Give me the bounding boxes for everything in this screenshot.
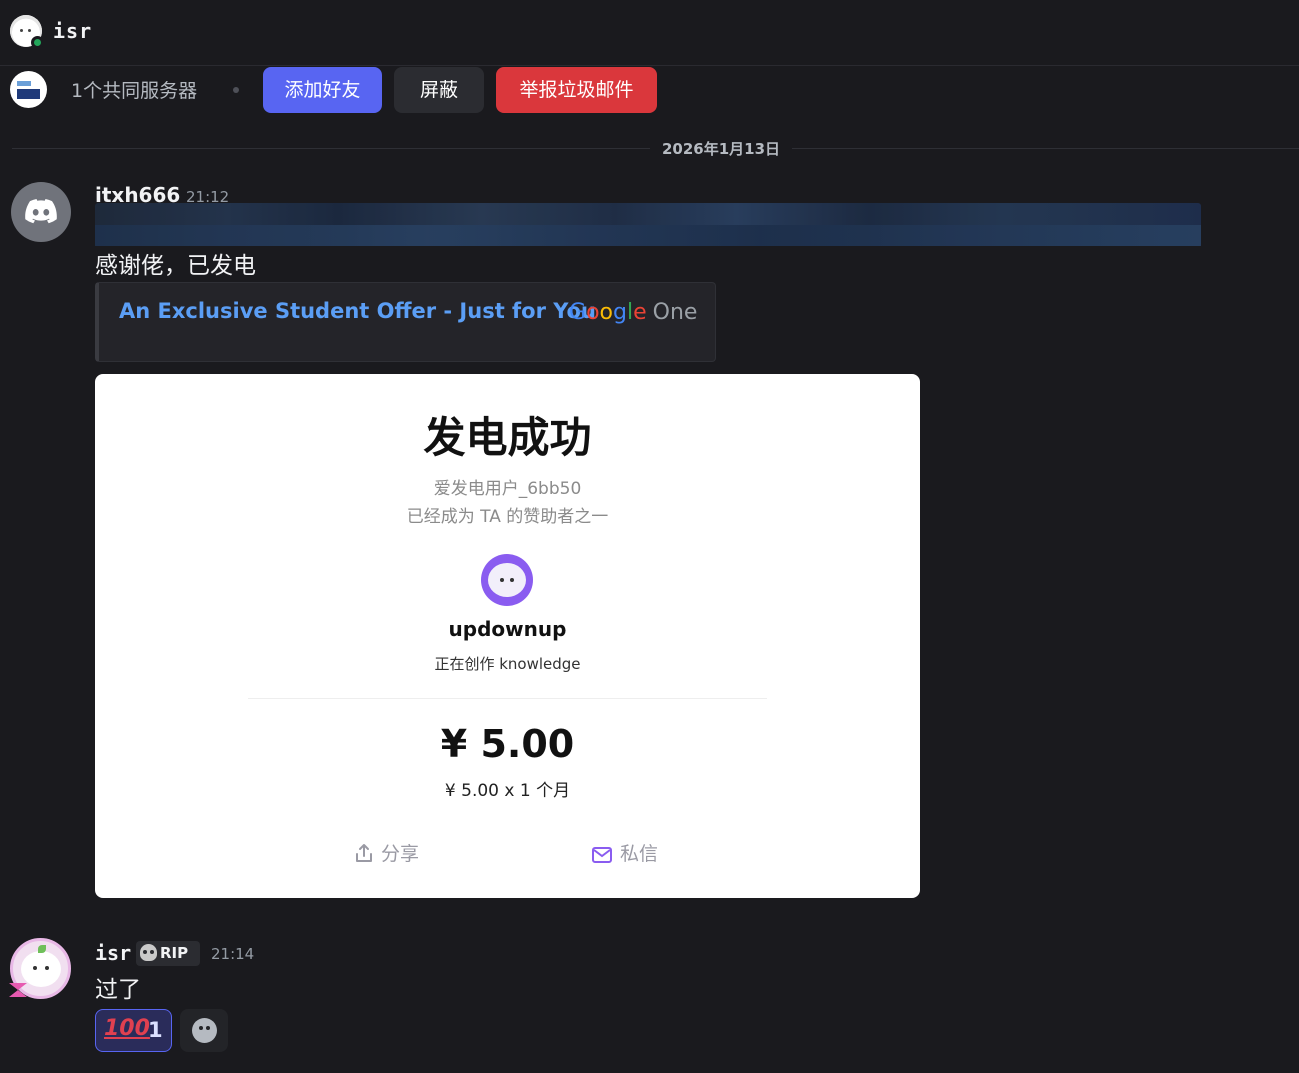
google-one-logo: Google One <box>569 300 697 325</box>
block-button[interactable]: 屏蔽 <box>394 67 484 113</box>
card-title: 发电成功 <box>423 413 592 462</box>
creator-description: 正在创作 knowledge <box>434 655 581 673</box>
mutual-server-icon[interactable] <box>10 71 47 108</box>
message-text: 过了 <box>95 977 141 1003</box>
avatar-leaf <box>38 945 46 953</box>
image-attachment[interactable]: 发电成功 爱发电用户_6bb50 已经成为 TA 的赞助者之一 updownup… <box>95 374 920 898</box>
header-username[interactable]: isr <box>53 19 92 43</box>
avatar-face <box>21 951 61 987</box>
avatar-bow-decoration <box>9 983 27 997</box>
avatar-eye <box>500 578 504 582</box>
server-icon-detail <box>17 81 31 86</box>
price-detail: ¥ 5.00 x 1 个月 <box>444 781 571 801</box>
reaction-100[interactable]: 100 1 <box>95 1009 172 1052</box>
skull-icon <box>140 944 157 961</box>
redacted-link <box>95 203 1201 246</box>
author-avatar[interactable] <box>11 182 71 242</box>
avatar-eye <box>20 29 23 32</box>
reaction-count: 1 <box>148 1018 163 1042</box>
logo-letter: o <box>599 300 613 325</box>
avatar-eye <box>510 578 514 582</box>
smile-icon <box>192 1018 217 1043</box>
message-text: 感谢佬，已发电 <box>95 253 256 279</box>
logo-letter: g <box>613 300 627 325</box>
link-embed: An Exclusive Student Offer - Just for Yo… <box>95 282 716 362</box>
share-action: 分享 <box>355 839 419 866</box>
logo-suffix: One <box>652 300 698 325</box>
online-status-icon <box>31 36 44 49</box>
creator-avatar <box>481 554 533 606</box>
mutual-servers-link[interactable]: 1个共同服务器 <box>71 76 197 103</box>
card-subtitle: 已经成为 TA 的赞助者之一 <box>406 507 609 527</box>
message-timestamp: 21:14 <box>211 945 255 963</box>
user-avatar[interactable] <box>10 15 44 49</box>
avatar-eye <box>28 29 31 32</box>
separator-dot <box>233 87 239 93</box>
logo-letter: e <box>633 300 647 325</box>
mail-icon <box>592 847 612 863</box>
discord-logo-icon <box>25 199 57 224</box>
card-divider <box>248 698 767 699</box>
add-friend-button[interactable]: 添加好友 <box>263 67 382 113</box>
role-tag[interactable]: RIP <box>136 941 200 966</box>
embed-title-link[interactable]: An Exclusive Student Offer - Just for Yo… <box>119 299 596 323</box>
share-icon <box>356 844 372 862</box>
logo-letter: o <box>586 300 600 325</box>
share-label: 分享 <box>381 843 420 865</box>
hundred-points-icon: 100 <box>104 1016 150 1041</box>
logo-letter: G <box>569 300 587 325</box>
author-avatar[interactable] <box>9 938 71 999</box>
creator-name: updownup <box>448 617 567 641</box>
server-icon-detail <box>17 89 40 99</box>
creator-avatar-face <box>488 563 526 597</box>
date-divider-label: 2026年1月13日 <box>650 138 793 159</box>
price-amount: ¥ 5.00 <box>440 722 575 766</box>
message-author[interactable]: isr <box>95 941 131 965</box>
avatar-eye <box>33 966 37 970</box>
add-reaction-button[interactable] <box>180 1009 228 1052</box>
role-tag-label: RIP <box>160 944 189 962</box>
dm-action: 私信 <box>592 839 658 866</box>
dm-header: isr <box>0 0 1299 66</box>
avatar-eye <box>45 966 49 970</box>
dm-label: 私信 <box>620 843 659 865</box>
card-user: 爱发电用户_6bb50 <box>433 479 582 499</box>
report-spam-button[interactable]: 举报垃圾邮件 <box>496 67 657 113</box>
